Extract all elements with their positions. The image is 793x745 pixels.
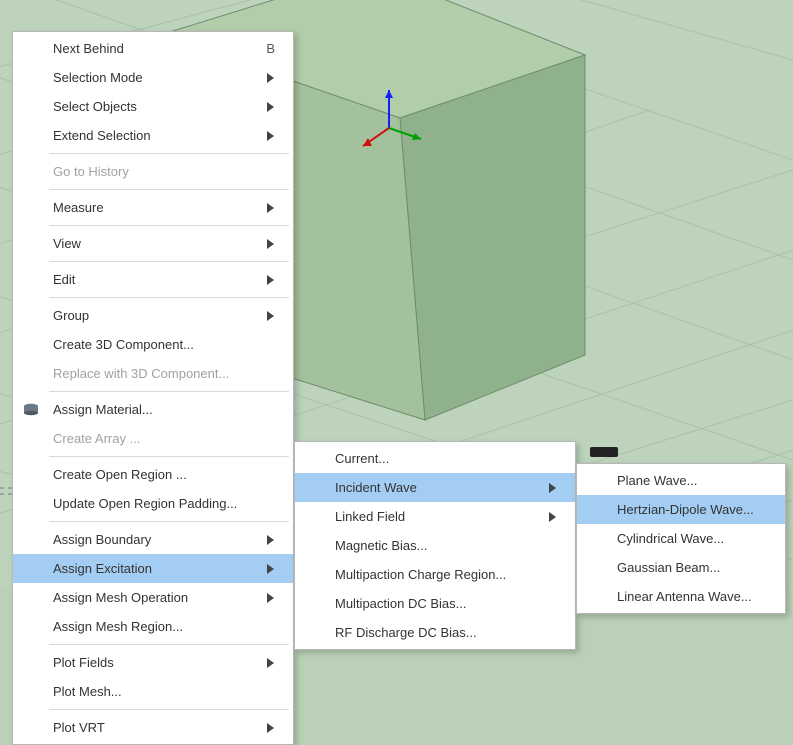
menu-item-label: Current...: [335, 444, 557, 473]
menu-separator: [49, 225, 289, 226]
chevron-right-icon: [267, 564, 275, 574]
menu-item-label: Update Open Region Padding...: [53, 489, 275, 518]
menu-separator: [49, 261, 289, 262]
menu-item-label: Group: [53, 301, 243, 330]
menu-item-multipaction-charge-region[interactable]: Multipaction Charge Region...: [295, 560, 575, 589]
menu-item-plot-mesh[interactable]: Plot Mesh...: [13, 677, 293, 706]
menu-item-incident-wave[interactable]: Incident Wave: [295, 473, 575, 502]
menu-item-label: View: [53, 229, 243, 258]
menu-separator: [49, 521, 289, 522]
menu-item-plot-fields[interactable]: Plot Fields: [13, 648, 293, 677]
menu-separator: [49, 189, 289, 190]
menu-item-extend-selection[interactable]: Extend Selection: [13, 121, 293, 150]
menu-separator: [49, 456, 289, 457]
menu-item-label: Next Behind: [53, 34, 242, 63]
menu-separator: [49, 297, 289, 298]
chevron-right-icon: [267, 658, 275, 668]
menu-item-label: Measure: [53, 193, 243, 222]
menu-item-assign-boundary[interactable]: Assign Boundary: [13, 525, 293, 554]
menu-separator: [49, 644, 289, 645]
chevron-right-icon: [267, 73, 275, 83]
menu-item-edit[interactable]: Edit: [13, 265, 293, 294]
menu-item-label: Selection Mode: [53, 63, 243, 92]
chevron-right-icon: [267, 275, 275, 285]
menu-item-label: Replace with 3D Component...: [53, 359, 275, 388]
menu-item-label: Create Open Region ...: [53, 460, 275, 489]
menu-item-label: Assign Boundary: [53, 525, 243, 554]
menu-item-linear-antenna-wave[interactable]: Linear Antenna Wave...: [577, 582, 785, 611]
menu-item-select-objects[interactable]: Select Objects: [13, 92, 293, 121]
menu-item-multipaction-dc-bias[interactable]: Multipaction DC Bias...: [295, 589, 575, 618]
menu-item-label: Plot Fields: [53, 648, 243, 677]
chevron-right-icon: [267, 131, 275, 141]
menu-item-cylindrical-wave[interactable]: Cylindrical Wave...: [577, 524, 785, 553]
menu-item-create-array: Create Array ...: [13, 424, 293, 453]
chevron-right-icon: [267, 102, 275, 112]
menu-item-label: Edit: [53, 265, 243, 294]
menu-item-label: Assign Mesh Operation: [53, 583, 243, 612]
menu-item-label: Linear Antenna Wave...: [617, 582, 767, 611]
menu-item-label: Select Objects: [53, 92, 243, 121]
menu-item-label: Hertzian-Dipole Wave...: [617, 495, 767, 524]
menu-separator: [49, 153, 289, 154]
menu-item-label: Assign Excitation: [53, 554, 243, 583]
menu-item-assign-excitation[interactable]: Assign Excitation: [13, 554, 293, 583]
menu-item-label: RF Discharge DC Bias...: [335, 618, 557, 647]
chevron-right-icon: [267, 239, 275, 249]
menu-item-label: Plot VRT: [53, 713, 243, 742]
menu-item-label: Multipaction Charge Region...: [335, 560, 557, 589]
menu-item-selection-mode[interactable]: Selection Mode: [13, 63, 293, 92]
chevron-right-icon: [267, 203, 275, 213]
menu-item-label: Create Array ...: [53, 424, 275, 453]
chevron-right-icon: [267, 593, 275, 603]
menu-item-label: Go to History: [53, 157, 275, 186]
menu-item-gaussian-beam[interactable]: Gaussian Beam...: [577, 553, 785, 582]
menu-item-label: Extend Selection: [53, 121, 243, 150]
menu-item-label: Plane Wave...: [617, 466, 767, 495]
menu-item-assign-material[interactable]: Assign Material...: [13, 395, 293, 424]
menu-separator: [49, 709, 289, 710]
submenu-assign-excitation: Current...Incident WaveLinked FieldMagne…: [294, 441, 576, 650]
menu-item-hertzian-dipole-wave[interactable]: Hertzian-Dipole Wave...: [577, 495, 785, 524]
menu-item-assign-mesh-region[interactable]: Assign Mesh Region...: [13, 612, 293, 641]
menu-item-label: Assign Mesh Region...: [53, 612, 275, 641]
menu-separator: [49, 391, 289, 392]
menu-item-shortcut: B: [266, 34, 275, 63]
menu-item-label: Create 3D Component...: [53, 330, 275, 359]
menu-item-label: Plot Mesh...: [53, 677, 275, 706]
menu-item-view[interactable]: View: [13, 229, 293, 258]
menu-item-plane-wave[interactable]: Plane Wave...: [577, 466, 785, 495]
menu-item-label: Incident Wave: [335, 473, 525, 502]
menu-item-update-open-region-padding[interactable]: Update Open Region Padding...: [13, 489, 293, 518]
menu-item-label: Assign Material...: [53, 395, 275, 424]
menu-item-magnetic-bias[interactable]: Magnetic Bias...: [295, 531, 575, 560]
menu-item-linked-field[interactable]: Linked Field: [295, 502, 575, 531]
menu-item-rf-discharge-dc-bias[interactable]: RF Discharge DC Bias...: [295, 618, 575, 647]
menu-item-group[interactable]: Group: [13, 301, 293, 330]
menu-item-replace-with-3d-component: Replace with 3D Component...: [13, 359, 293, 388]
menu-item-label: Gaussian Beam...: [617, 553, 767, 582]
menu-item-create-3d-component[interactable]: Create 3D Component...: [13, 330, 293, 359]
context-menu-primary: Next Behind B Selection ModeSelect Objects…: [12, 31, 294, 745]
menu-item-measure[interactable]: Measure: [13, 193, 293, 222]
menu-item-label: Magnetic Bias...: [335, 531, 557, 560]
chevron-right-icon: [267, 311, 275, 321]
submenu-incident-wave: Plane Wave...Hertzian-Dipole Wave...Cyli…: [576, 463, 786, 614]
chevron-right-icon: [549, 483, 557, 493]
menu-item-go-to-history: Go to History: [13, 157, 293, 186]
menu-item-assign-mesh-operation[interactable]: Assign Mesh Operation: [13, 583, 293, 612]
menu-item-label: Multipaction DC Bias...: [335, 589, 557, 618]
menu-item-create-open-region[interactable]: Create Open Region ...: [13, 460, 293, 489]
chevron-right-icon: [267, 535, 275, 545]
menu-item-current[interactable]: Current...: [295, 444, 575, 473]
menu-item-next-behind[interactable]: Next Behind B: [13, 34, 293, 63]
chevron-right-icon: [267, 723, 275, 733]
menu-item-plot-vrt[interactable]: Plot VRT: [13, 713, 293, 742]
menu-item-label: Cylindrical Wave...: [617, 524, 767, 553]
material-stack-icon: [21, 400, 41, 420]
chevron-right-icon: [549, 512, 557, 522]
menu-item-label: Linked Field: [335, 502, 525, 531]
